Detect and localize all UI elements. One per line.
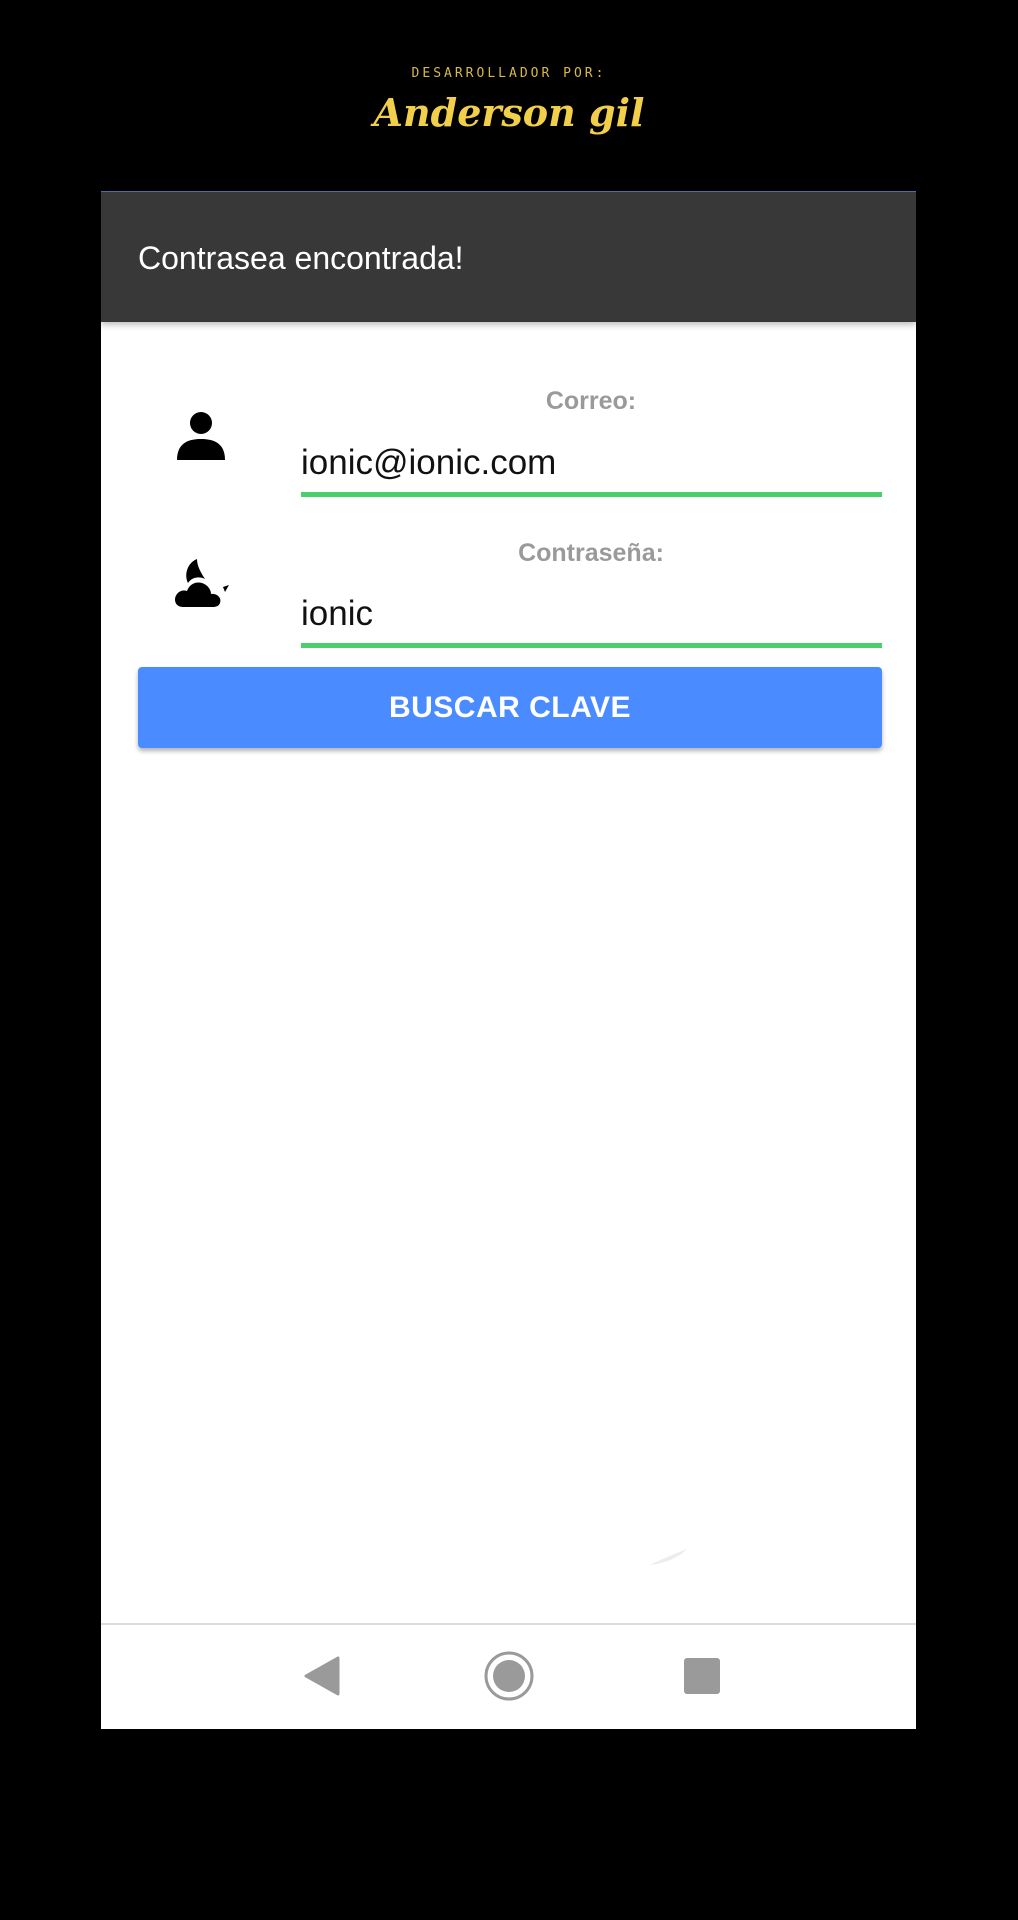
developer-credit-label: DESARROLLADOR POR:	[411, 66, 607, 81]
password-label: Contraseña:	[518, 539, 664, 567]
home-icon[interactable]	[474, 1641, 544, 1711]
recents-icon[interactable]	[667, 1641, 737, 1711]
back-icon[interactable]	[288, 1641, 358, 1711]
email-label: Correo:	[545, 387, 637, 415]
decorative-swoosh	[649, 1549, 687, 1565]
password-field[interactable]	[301, 585, 882, 648]
person-icon	[171, 404, 231, 464]
app-toolbar: Contrasea encontrada!	[101, 191, 916, 322]
cloudy-night-icon	[171, 555, 231, 615]
email-field[interactable]	[301, 434, 882, 497]
app-screen: Contrasea encontrada! Correo: Contraseña…	[101, 191, 916, 1729]
page-title: Contrasea encontrada!	[138, 240, 464, 276]
system-navigation-bar	[101, 1623, 916, 1729]
search-password-button[interactable]: BUSCAR CLAVE	[138, 667, 882, 748]
developer-signature: Anderson gil	[373, 90, 645, 135]
